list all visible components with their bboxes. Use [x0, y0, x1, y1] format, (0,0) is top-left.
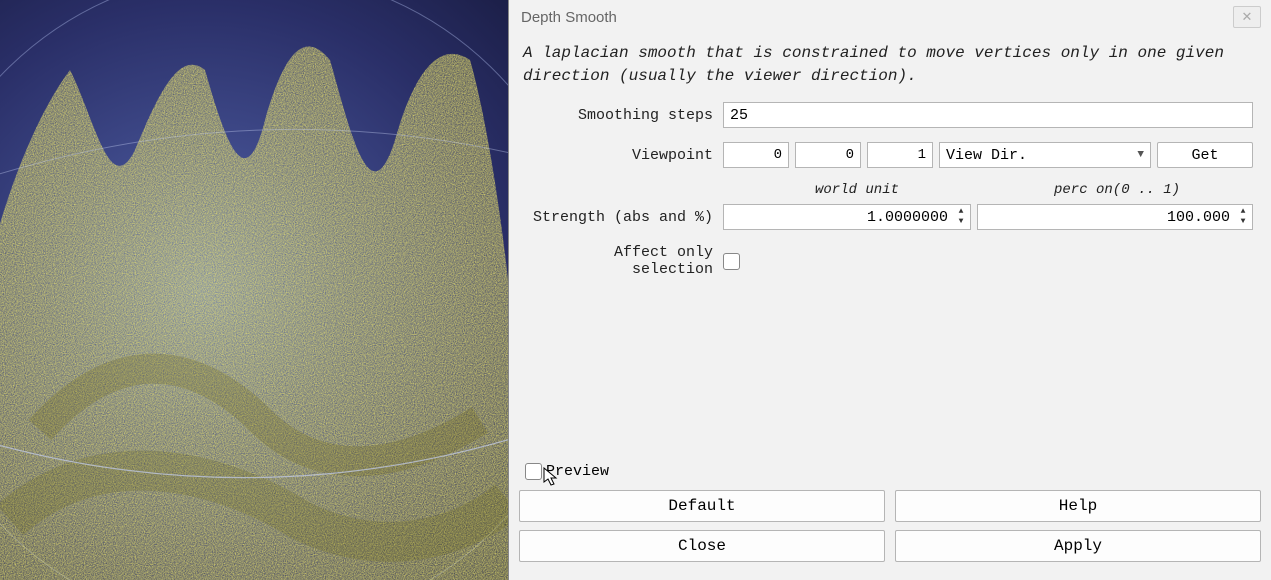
strength-perc-input[interactable] [984, 208, 1232, 227]
help-button[interactable]: Help [895, 490, 1261, 522]
preview-checkbox[interactable] [525, 463, 542, 480]
dialog-description: A laplacian smooth that is constrained t… [509, 34, 1271, 102]
strength-label: Strength (abs and %) [527, 209, 723, 226]
spin-up-icon[interactable]: ▲ [954, 207, 968, 217]
dialog-close-button[interactable]: ✕ [1233, 6, 1261, 28]
world-unit-header: world unit [733, 182, 981, 198]
spin-down-icon[interactable]: ▼ [954, 217, 968, 227]
3d-viewport[interactable] [0, 0, 508, 580]
close-button[interactable]: Close [519, 530, 885, 562]
viewpoint-x-input[interactable] [723, 142, 789, 168]
close-icon: ✕ [1242, 9, 1253, 25]
viewpoint-mode-value: View Dir. [946, 147, 1027, 164]
chevron-down-icon: ▼ [1137, 149, 1144, 161]
viewpoint-z-input[interactable] [867, 142, 933, 168]
preview-label: Preview [546, 463, 609, 480]
apply-button[interactable]: Apply [895, 530, 1261, 562]
viewpoint-y-input[interactable] [795, 142, 861, 168]
depth-smooth-dialog: Depth Smooth ✕ A laplacian smooth that i… [508, 0, 1271, 580]
affect-selection-label: Affect only selection [527, 244, 723, 278]
smoothing-steps-label: Smoothing steps [527, 107, 723, 124]
spin-down-icon[interactable]: ▼ [1236, 217, 1250, 227]
strength-abs-spinner[interactable]: ▲ ▼ [723, 204, 971, 230]
dialog-title: Depth Smooth [521, 9, 617, 26]
perc-header: perc on(0 .. 1) [981, 182, 1253, 198]
smoothing-steps-input[interactable] [723, 102, 1253, 128]
strength-perc-spinner[interactable]: ▲ ▼ [977, 204, 1253, 230]
viewpoint-label: Viewpoint [527, 147, 723, 164]
viewpoint-get-button[interactable]: Get [1157, 142, 1253, 168]
default-button[interactable]: Default [519, 490, 885, 522]
affect-selection-checkbox[interactable] [723, 253, 740, 270]
spin-up-icon[interactable]: ▲ [1236, 207, 1250, 217]
viewpoint-mode-select[interactable]: View Dir. ▼ [939, 142, 1151, 168]
strength-abs-input[interactable] [730, 208, 950, 227]
